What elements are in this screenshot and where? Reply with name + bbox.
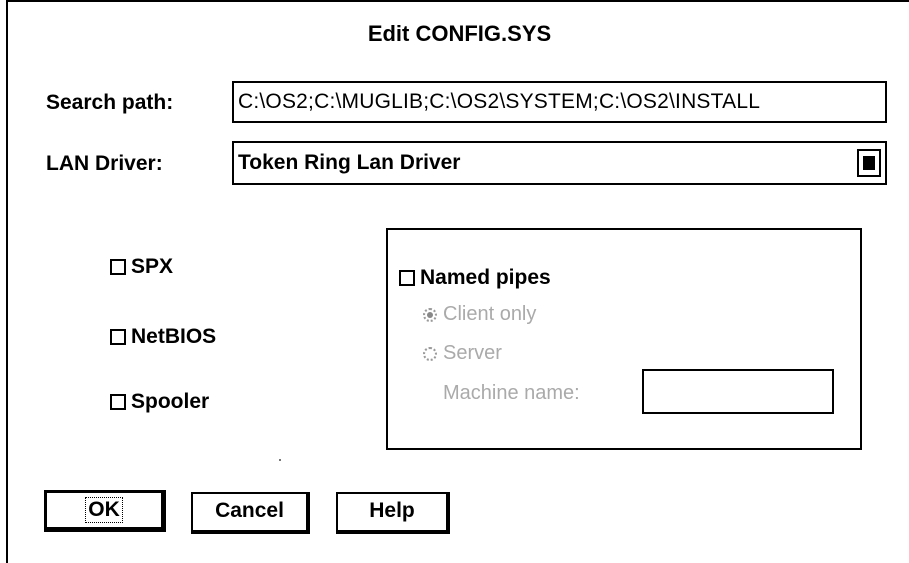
spooler-label: Spooler	[131, 390, 210, 413]
machine-name-input[interactable]	[642, 369, 834, 414]
spx-label: SPX	[131, 255, 174, 278]
netbios-label: NetBIOS	[131, 325, 217, 348]
client-only-label: Client only	[443, 303, 537, 325]
ok-label: OK	[85, 497, 123, 523]
lan-driver-dropdown[interactable]: Token Ring Lan Driver	[232, 141, 887, 185]
server-radio-button[interactable]	[423, 346, 437, 361]
edit-config-dialog: Edit CONFIG.SYS Search path: C:\OS2;C:\M…	[6, 0, 909, 563]
server-label: Server	[443, 342, 502, 364]
named-pipes-checkbox-box[interactable]	[399, 270, 415, 286]
cancel-button[interactable]: Cancel	[191, 492, 310, 534]
spx-checkbox-box[interactable]	[110, 259, 126, 275]
client-only-radio[interactable]: Client only	[423, 303, 536, 326]
help-button[interactable]: Help	[336, 492, 450, 534]
spooler-checkbox[interactable]: Spooler	[110, 390, 209, 414]
dropdown-icon	[863, 156, 875, 170]
lan-driver-label: LAN Driver:	[46, 152, 163, 175]
named-pipes-group	[386, 228, 862, 450]
lan-driver-value: Token Ring Lan Driver	[238, 151, 461, 174]
stray-dot	[279, 459, 281, 461]
spx-checkbox[interactable]: SPX	[110, 255, 173, 279]
search-path-label: Search path:	[46, 91, 174, 114]
server-radio[interactable]: Server	[423, 342, 502, 365]
machine-name-label: Machine name:	[443, 382, 580, 404]
ok-button[interactable]: OK	[44, 490, 166, 532]
client-only-radio-button[interactable]	[423, 307, 437, 322]
netbios-checkbox[interactable]: NetBIOS	[110, 325, 216, 349]
netbios-checkbox-box[interactable]	[110, 329, 126, 345]
search-path-input[interactable]: C:\OS2;C:\MUGLIB;C:\OS2\SYSTEM;C:\OS2\IN…	[232, 81, 887, 123]
named-pipes-checkbox[interactable]: Named pipes	[399, 266, 551, 290]
named-pipes-label: Named pipes	[420, 266, 551, 289]
search-path-value: C:\OS2;C:\MUGLIB;C:\OS2\SYSTEM;C:\OS2\IN…	[238, 90, 761, 113]
dropdown-button[interactable]	[857, 149, 881, 177]
spooler-checkbox-box[interactable]	[110, 394, 126, 410]
dialog-title: Edit CONFIG.SYS	[367, 21, 552, 46]
